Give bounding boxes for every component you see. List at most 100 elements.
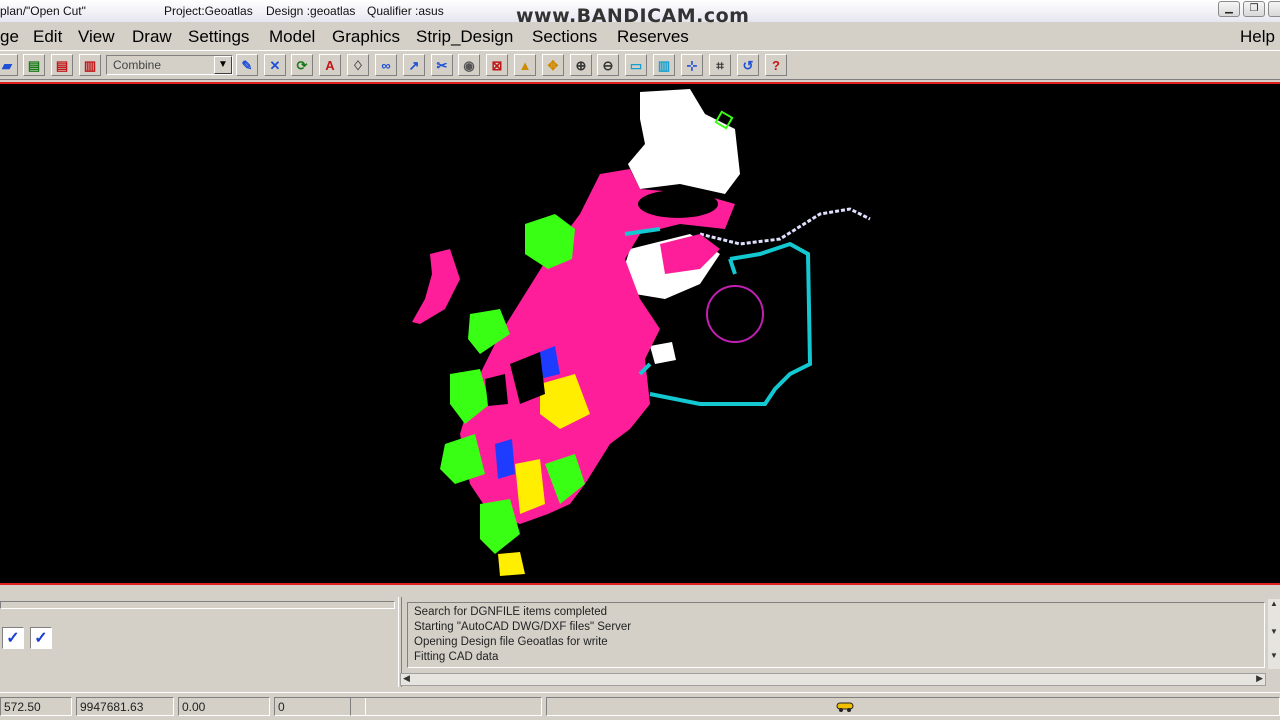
move-up-button[interactable]: ▲ [514, 54, 536, 76]
printer-icon: ▤ [27, 57, 41, 73]
status-field-6 [546, 697, 1280, 716]
eye-button[interactable]: ◉ [458, 54, 480, 76]
measure-icon: ✂ [436, 57, 448, 73]
pan-icon: ✥ [547, 57, 559, 73]
minimize-button[interactable]: ▁ [1218, 1, 1240, 17]
bulb-button[interactable]: ♢ [347, 54, 369, 76]
help-icon: ? [772, 57, 780, 73]
pan-button[interactable]: ✥ [542, 54, 564, 76]
undo-button[interactable]: ↺ [737, 54, 759, 76]
message-log: Search for DGNFILE items completed Start… [407, 602, 1265, 668]
menu-bar: ge Edit View Draw Settings Model Graphic… [0, 23, 1280, 50]
combine-select[interactable]: Combine ▼ [106, 55, 233, 75]
grid-button[interactable]: ⌗ [709, 54, 731, 76]
menu-reserves[interactable]: Reserves [617, 27, 689, 47]
status-field-5 [350, 697, 542, 716]
y-coordinate-field: 9947681.63 [76, 697, 174, 716]
message-hscrollbar[interactable]: ◀ ▶ [400, 673, 1266, 686]
window-button[interactable]: ▭ [625, 54, 647, 76]
binoculars-button[interactable]: ∞ [375, 54, 397, 76]
measure-button[interactable]: ⊹ [681, 54, 703, 76]
columns-icon: ▥ [657, 57, 671, 73]
title-bar: plan/"Open Cut" Project:Geoatlas Design … [0, 0, 1280, 27]
combine-select-value: Combine [113, 58, 162, 72]
scroll-left-icon[interactable]: ◀ [403, 673, 410, 684]
tool-button[interactable]: ✂ [431, 54, 453, 76]
x-coordinate-field: 572.50 [0, 697, 72, 716]
checkmark-icon: ✓ [34, 630, 48, 647]
delete-button[interactable]: ✕ [264, 54, 286, 76]
menu-page[interactable]: ge [0, 27, 19, 47]
z-coordinate-field: 0.00 [178, 697, 270, 716]
message-line: Fitting CAD data [414, 651, 499, 663]
layers-icon: ▥ [83, 57, 97, 73]
maximize-button[interactable]: ❐ [1243, 1, 1265, 17]
minimize-icon: ▁ [1225, 3, 1233, 14]
pointer-edit-button[interactable]: ↗ [403, 54, 425, 76]
binoculars-icon: ∞ [381, 57, 391, 73]
open-folder-icon: ▰ [2, 57, 12, 73]
menu-draw[interactable]: Draw [132, 27, 172, 47]
refresh-icon: ⟳ [296, 57, 308, 73]
pencil-button[interactable]: ✎ [236, 54, 258, 76]
map-region-yellow-2 [515, 459, 545, 514]
menu-graphics[interactable]: Graphics [332, 27, 400, 47]
toolbar: ▰ ▤ ▤ ▥ Combine ▼ ✎ ✕ ⟳ A ♢ ∞ ↗ ✂ ◉ ⊠ ▲ … [0, 50, 1280, 80]
close-window-icon: ⊠ [491, 57, 503, 73]
menu-settings[interactable]: Settings [188, 27, 249, 47]
window-icon: ▭ [629, 57, 643, 73]
map-ring-magenta [706, 285, 764, 343]
zoom-in-icon: ⊕ [575, 57, 587, 73]
map-region-white-3 [650, 342, 676, 364]
snap-icon [836, 702, 854, 712]
font-button[interactable]: A [319, 54, 341, 76]
bulb-icon: ♢ [352, 57, 364, 73]
menu-view[interactable]: View [78, 27, 115, 47]
scroll-up-icon[interactable]: ▲ [1270, 599, 1278, 608]
checkbox-1[interactable]: ✓ [2, 627, 24, 649]
message-vscrollbar[interactable]: ▲ ▼ ▼ [1268, 599, 1280, 669]
message-line: Search for DGNFILE items completed [414, 606, 608, 618]
menu-sections[interactable]: Sections [532, 27, 597, 47]
pencil-icon: ✎ [241, 57, 253, 73]
refresh-button[interactable]: ⟳ [291, 54, 313, 76]
map-region-green-1 [525, 214, 575, 269]
save-button[interactable]: ▤ [51, 54, 73, 76]
close-window-button[interactable]: ⊠ [486, 54, 508, 76]
columns-button[interactable]: ▥ [653, 54, 675, 76]
layers-button[interactable]: ▥ [79, 54, 101, 76]
scroll-down-icon[interactable]: ▼ [1270, 627, 1278, 636]
close-button[interactable] [1268, 1, 1280, 17]
zoom-in-button[interactable]: ⊕ [570, 54, 592, 76]
grid-icon: ⌗ [716, 57, 724, 73]
menu-model[interactable]: Model [269, 27, 315, 47]
chevron-down-icon[interactable]: ▼ [214, 56, 232, 74]
menu-edit[interactable]: Edit [33, 27, 62, 47]
restore-icon: ❐ [1249, 3, 1259, 14]
menu-strip-design[interactable]: Strip_Design [416, 27, 513, 47]
checkbox-2[interactable]: ✓ [30, 627, 52, 649]
checkmark-icon: ✓ [6, 630, 20, 647]
map-region-blue-1 [495, 439, 515, 479]
map-region-white [628, 89, 740, 194]
scroll-right-icon[interactable]: ▶ [1256, 673, 1263, 684]
open-button[interactable]: ▰ [0, 54, 18, 76]
map-hole-3 [485, 374, 508, 406]
map-drawing [412, 89, 871, 576]
eye-icon: ◉ [463, 57, 475, 73]
scroll-down-icon[interactable]: ▼ [1270, 651, 1278, 660]
status-bar: 572.50 9947681.63 0.00 0 [0, 692, 1280, 720]
print-button[interactable]: ▤ [23, 54, 45, 76]
save-icon: ▤ [55, 57, 69, 73]
drawing-canvas[interactable] [0, 82, 1280, 585]
zoom-out-button[interactable]: ⊖ [597, 54, 619, 76]
zoom-out-icon: ⊖ [602, 57, 614, 73]
project-label: Project:Geoatlas [164, 4, 253, 18]
pointer-edit-icon: ↗ [408, 57, 420, 73]
map-region-yellow-3 [498, 552, 525, 576]
design-label: Design :geoatlas [266, 4, 356, 18]
help-button[interactable]: ? [765, 54, 787, 76]
menu-help[interactable]: Help [1240, 27, 1275, 47]
measure-line-icon: ⊹ [686, 57, 698, 73]
qualifier-label: Qualifier :asus [367, 4, 444, 18]
